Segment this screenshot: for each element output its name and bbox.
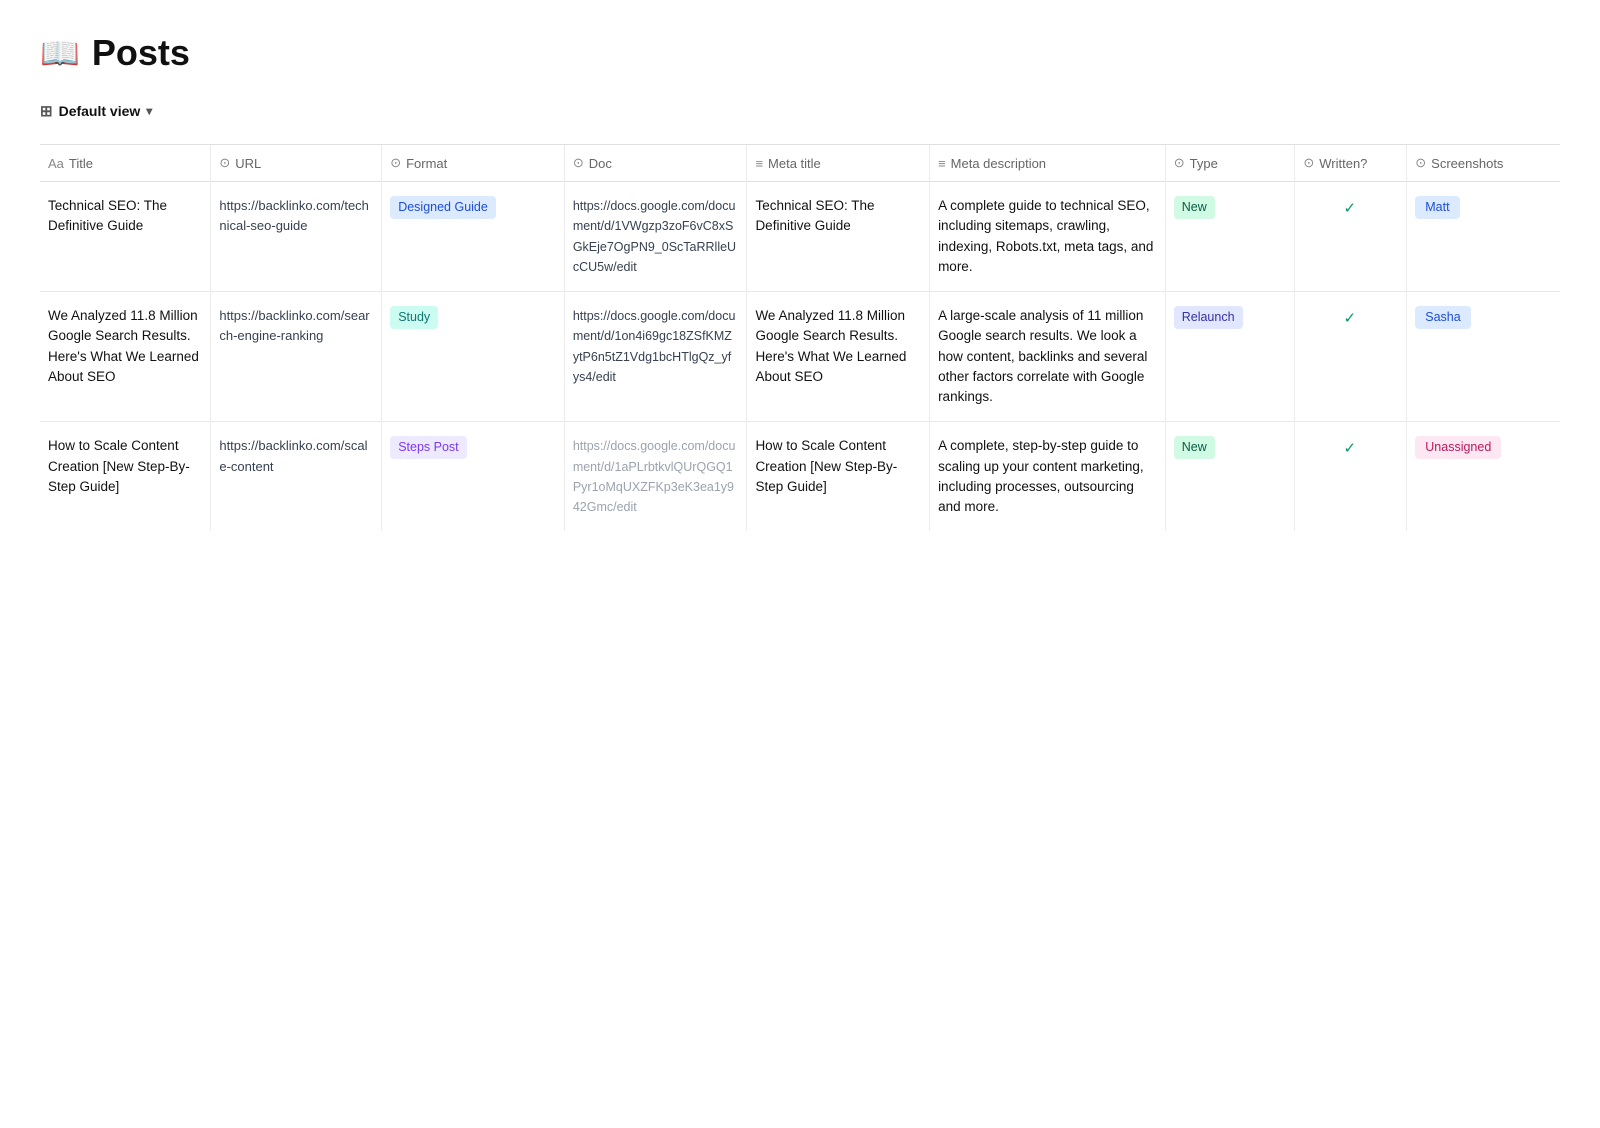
posts-table: Aa Title ⊙ URL ⊙ Format ⊙ Doc — [40, 145, 1560, 531]
table-view-icon: ⊞ — [40, 102, 53, 120]
doc-icon: ⊙ — [573, 155, 584, 171]
meta-description-value: A complete guide to technical SEO, inclu… — [938, 198, 1153, 274]
page-icon: 📖 — [40, 34, 80, 72]
col-header-url: ⊙ URL — [211, 145, 382, 182]
cell-url[interactable]: https://backlinko.com/technical-seo-guid… — [211, 182, 382, 292]
doc-url[interactable]: https://docs.google.com/document/d/1on4i… — [573, 309, 736, 384]
cell-format: Steps Post — [382, 422, 565, 532]
cell-title: We Analyzed 11.8 Million Google Search R… — [40, 292, 211, 422]
post-url[interactable]: https://backlinko.com/technical-seo-guid… — [219, 198, 369, 233]
cell-screenshots: Matt — [1407, 182, 1560, 292]
post-url[interactable]: https://backlinko.com/scale-content — [219, 438, 367, 473]
cell-written: ✓ — [1295, 182, 1407, 292]
col-header-format: ⊙ Format — [382, 145, 565, 182]
doc-url[interactable]: https://docs.google.com/document/d/1aPLr… — [573, 439, 736, 514]
cell-meta-title: Technical SEO: The Definitive Guide — [747, 182, 930, 292]
table-row: We Analyzed 11.8 Million Google Search R… — [40, 292, 1560, 422]
meta-title-icon: ≡ — [755, 156, 763, 171]
cell-url[interactable]: https://backlinko.com/scale-content — [211, 422, 382, 532]
meta-description-value: A large-scale analysis of 11 million Goo… — [938, 308, 1147, 404]
meta-title-value: We Analyzed 11.8 Million Google Search R… — [755, 308, 906, 384]
meta-description-value: A complete, step-by-step guide to scalin… — [938, 438, 1144, 514]
cell-doc[interactable]: https://docs.google.com/document/d/1VWgz… — [564, 182, 747, 292]
col-header-type: ⊙ Type — [1165, 145, 1295, 182]
post-title: How to Scale Content Creation [New Step-… — [48, 438, 190, 494]
post-url[interactable]: https://backlinko.com/search-engine-rank… — [219, 308, 369, 343]
post-title: We Analyzed 11.8 Million Google Search R… — [48, 308, 199, 384]
meta-title-value: Technical SEO: The Definitive Guide — [755, 198, 874, 233]
written-icon: ⊙ — [1303, 155, 1314, 171]
view-label: Default view — [59, 103, 141, 119]
cell-doc[interactable]: https://docs.google.com/document/d/1aPLr… — [564, 422, 747, 532]
screenshots-person: Sasha — [1415, 306, 1470, 329]
post-title: Technical SEO: The Definitive Guide — [48, 198, 167, 233]
col-header-meta-description: ≡ Meta description — [930, 145, 1166, 182]
format-badge: Designed Guide — [390, 196, 496, 219]
cell-meta-title: How to Scale Content Creation [New Step-… — [747, 422, 930, 532]
cell-doc[interactable]: https://docs.google.com/document/d/1on4i… — [564, 292, 747, 422]
type-icon: ⊙ — [1174, 155, 1185, 171]
page-header: 📖 Posts — [40, 32, 1560, 74]
col-header-title: Aa Title — [40, 145, 211, 182]
cell-type: New — [1165, 182, 1295, 292]
cell-meta-description: A large-scale analysis of 11 million Goo… — [930, 292, 1166, 422]
col-header-meta-title: ≡ Meta title — [747, 145, 930, 182]
cell-url[interactable]: https://backlinko.com/search-engine-rank… — [211, 292, 382, 422]
col-header-screenshots: ⊙ Screenshots — [1407, 145, 1560, 182]
cell-type: New — [1165, 422, 1295, 532]
cell-meta-title: We Analyzed 11.8 Million Google Search R… — [747, 292, 930, 422]
cell-meta-description: A complete, step-by-step guide to scalin… — [930, 422, 1166, 532]
table-body: Technical SEO: The Definitive Guide http… — [40, 182, 1560, 532]
cell-written: ✓ — [1295, 422, 1407, 532]
cell-screenshots: Sasha — [1407, 292, 1560, 422]
format-badge: Steps Post — [390, 436, 466, 459]
chevron-down-icon: ▾ — [146, 104, 152, 118]
type-badge: New — [1174, 436, 1215, 459]
page-title: Posts — [92, 32, 190, 74]
table-row: How to Scale Content Creation [New Step-… — [40, 422, 1560, 532]
doc-url[interactable]: https://docs.google.com/document/d/1VWgz… — [573, 199, 736, 274]
meta-desc-icon: ≡ — [938, 156, 946, 171]
screenshots-icon: ⊙ — [1415, 155, 1426, 171]
text-icon: Aa — [48, 156, 64, 171]
type-badge: New — [1174, 196, 1215, 219]
cell-format: Designed Guide — [382, 182, 565, 292]
view-selector[interactable]: ⊞ Default view ▾ — [40, 102, 1560, 120]
meta-title-value: How to Scale Content Creation [New Step-… — [755, 438, 897, 494]
format-badge: Study — [390, 306, 438, 329]
written-checkmark: ✓ — [1344, 438, 1357, 461]
written-checkmark: ✓ — [1344, 308, 1357, 331]
cell-format: Study — [382, 292, 565, 422]
col-header-doc: ⊙ Doc — [564, 145, 747, 182]
cell-written: ✓ — [1295, 292, 1407, 422]
cell-meta-description: A complete guide to technical SEO, inclu… — [930, 182, 1166, 292]
cell-title: Technical SEO: The Definitive Guide — [40, 182, 211, 292]
screenshots-person: Matt — [1415, 196, 1459, 219]
screenshots-person: Unassigned — [1415, 436, 1501, 459]
table-row: Technical SEO: The Definitive Guide http… — [40, 182, 1560, 292]
link-icon: ⊙ — [219, 155, 230, 171]
written-checkmark: ✓ — [1344, 198, 1357, 221]
cell-screenshots: Unassigned — [1407, 422, 1560, 532]
format-icon: ⊙ — [390, 155, 401, 171]
col-header-written: ⊙ Written? — [1295, 145, 1407, 182]
table-header: Aa Title ⊙ URL ⊙ Format ⊙ Doc — [40, 145, 1560, 182]
cell-title: How to Scale Content Creation [New Step-… — [40, 422, 211, 532]
type-badge: Relaunch — [1174, 306, 1243, 329]
cell-type: Relaunch — [1165, 292, 1295, 422]
